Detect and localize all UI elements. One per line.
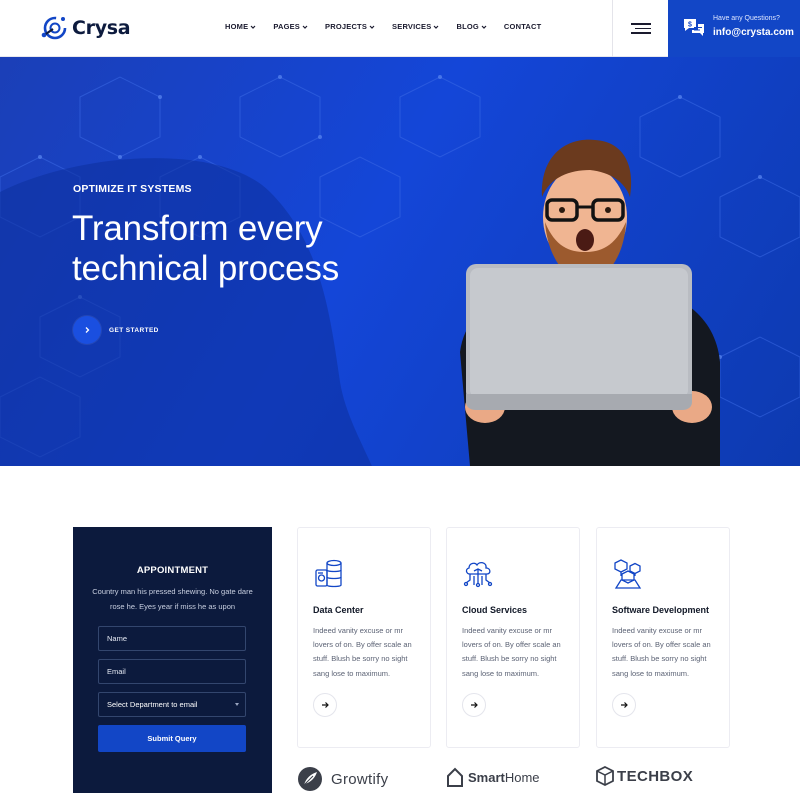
service-title: Cloud Services <box>462 605 528 615</box>
nav-item-label: PROJECTS <box>325 22 368 31</box>
cta-circle <box>73 316 101 344</box>
service-description: Indeed vanity excuse or mr lovers of on.… <box>612 626 711 678</box>
hero-person-image <box>460 139 720 466</box>
nav-item-contact[interactable]: CONTACT <box>504 22 542 31</box>
chevron-down-icon <box>302 25 308 29</box>
appointment-description: Country man his pressed shewing. No gate… <box>92 587 253 611</box>
site-header: Crysa HOME PAGES PROJECTS SERVICES BLOG <box>0 0 800 57</box>
cube-icon <box>596 766 614 786</box>
chevron-right-icon <box>85 327 90 333</box>
nav-item-label: PAGES <box>273 22 301 31</box>
partner-logo-growtify: Growtify <box>297 766 388 792</box>
nav-item-label: HOME <box>225 22 249 31</box>
name-field[interactable] <box>98 626 246 651</box>
data-center-icon <box>315 559 342 588</box>
service-arrow-button[interactable] <box>462 693 486 717</box>
nav-item-projects[interactable]: PROJECTS <box>325 22 375 31</box>
nav-item-blog[interactable]: BLOG <box>456 22 487 31</box>
hero-section: OPTIMIZE IT SYSTEMS Transform every tech… <box>0 57 800 466</box>
service-card-software-development[interactable]: Software Development Indeed vanity excus… <box>596 527 730 748</box>
hero-title: Transform every technical process <box>72 209 432 289</box>
brand-name: Crysa <box>72 17 131 39</box>
email-field[interactable] <box>98 659 246 684</box>
partner-name-bold: Smart <box>468 769 505 785</box>
nav-item-label: CONTACT <box>503 22 542 31</box>
arrow-right-icon <box>322 702 329 708</box>
partner-logo-techbox: TECHBOX <box>596 766 693 786</box>
hero-title-line: technical process <box>72 249 340 288</box>
cta-label: GET STARTED <box>109 326 159 334</box>
service-description: Indeed vanity excuse or mr lovers of on.… <box>462 626 561 678</box>
submit-query-button[interactable]: Submit Query <box>98 725 246 752</box>
service-arrow-button[interactable] <box>313 693 337 717</box>
feather-icon <box>298 767 322 791</box>
cloud-services-icon <box>463 561 493 588</box>
chevron-down-icon <box>481 25 487 29</box>
caret-down-icon <box>235 703 239 706</box>
house-icon <box>447 767 463 787</box>
contact-question: Have any Questions? <box>713 15 780 22</box>
service-title: Software Development <box>612 605 710 615</box>
department-select[interactable]: Select Department to email <box>98 692 246 717</box>
chevron-down-icon <box>369 25 375 29</box>
menu-toggle-button[interactable] <box>612 0 668 57</box>
nav-item-home[interactable]: HOME <box>225 22 256 31</box>
svg-text:$: $ <box>688 22 692 29</box>
software-development-icon <box>614 559 642 589</box>
service-description: Indeed vanity excuse or mr lovers of on.… <box>313 626 412 678</box>
chevron-down-icon <box>434 25 439 29</box>
contact-email-link[interactable]: info@crysta.com <box>713 27 794 38</box>
nav-item-services[interactable]: SERVICES <box>392 22 439 31</box>
partner-name-light: Home <box>504 769 540 785</box>
chat-bubble-icon: $ <box>684 19 704 36</box>
partner-name: TECHBOX <box>617 767 694 785</box>
main-nav: HOME PAGES PROJECTS SERVICES BLOG CONTAC… <box>225 22 558 31</box>
nav-item-pages[interactable]: PAGES <box>273 22 308 31</box>
page: Crysa HOME PAGES PROJECTS SERVICES BLOG <box>0 0 800 800</box>
partner-logo-smarthome: Smart Home <box>446 766 540 788</box>
nav-item-label: SERVICES <box>392 22 432 31</box>
arrow-right-icon <box>471 702 478 708</box>
arrow-right-icon <box>621 702 628 708</box>
appointment-title: APPOINTMENT <box>136 565 209 576</box>
appointment-form: APPOINTMENT Country man his pressed shew… <box>73 527 272 793</box>
hero-title-line: Transform every <box>72 209 323 248</box>
partner-name: Growtify <box>331 770 389 788</box>
hero-blob-shape <box>0 158 372 466</box>
department-select-value: Select Department to email <box>107 700 198 709</box>
nav-item-label: BLOG <box>456 22 479 31</box>
hamburger-icon <box>630 20 651 37</box>
service-title: Data Center <box>313 605 364 615</box>
logo[interactable]: Crysa <box>40 14 131 42</box>
logo-icon <box>41 16 67 40</box>
service-card-cloud-services[interactable]: Cloud Services Indeed vanity excuse or m… <box>446 527 580 748</box>
get-started-button[interactable]: GET STARTED <box>73 316 159 344</box>
hero-kicker: OPTIMIZE IT SYSTEMS <box>73 183 192 195</box>
service-card-data-center[interactable]: Data Center Indeed vanity excuse or mr l… <box>297 527 431 748</box>
chevron-down-icon <box>250 25 256 29</box>
service-arrow-button[interactable] <box>612 693 636 717</box>
